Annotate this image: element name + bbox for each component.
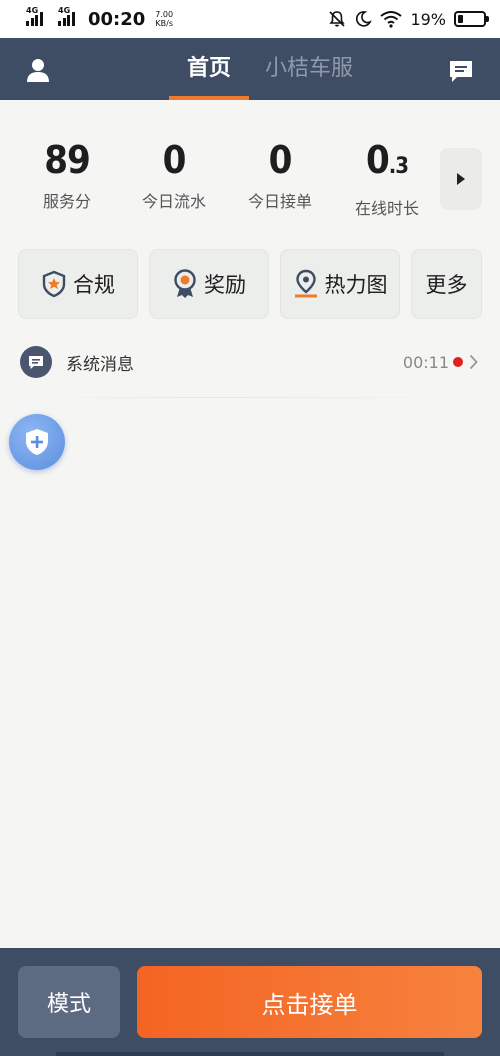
home-indicator[interactable]	[56, 1052, 444, 1056]
tab-car-service[interactable]: 小桔车服	[265, 38, 353, 100]
quick-actions: 合规 奖励 热力图 更多	[0, 249, 500, 319]
stat-value: 0.3	[337, 138, 437, 189]
stat-value: 0	[162, 138, 187, 182]
stat-today-orders[interactable]: 0 今日接单	[230, 138, 330, 212]
reward-button[interactable]: 奖励	[149, 249, 269, 319]
system-message-label: 系统消息	[66, 354, 134, 375]
speed-unit: KB/s	[155, 19, 173, 28]
clock: 00:20	[88, 8, 146, 30]
battery-percent: 19%	[410, 9, 446, 29]
mode-button[interactable]: 模式	[18, 966, 120, 1038]
header-tabs: 首页 小桔车服	[0, 38, 500, 100]
signal-2-icon: 4G	[58, 6, 78, 26]
moon-icon	[356, 11, 373, 27]
system-message-time: 00:11	[402, 352, 449, 372]
compliance-button[interactable]: 合规	[18, 249, 138, 319]
bottom-bar: 模式 点击接单	[0, 948, 500, 1056]
speed-value: 7.00	[155, 10, 174, 19]
stats-expand-button[interactable]	[440, 148, 482, 210]
stat-label: 今日接单	[247, 192, 312, 211]
screen: 4G 4G 00:20 7.00 KB/s 19% 首页 小桔车服 89 服务分…	[0, 0, 500, 1056]
stat-value: 89	[44, 138, 91, 182]
network-speed: 7.00 KB/s	[155, 10, 173, 28]
safety-shield-button[interactable]	[9, 414, 65, 470]
tab-home[interactable]: 首页	[168, 38, 250, 100]
stat-today-revenue[interactable]: 0 今日流水	[124, 138, 224, 212]
play-arrow-icon	[457, 173, 465, 185]
stat-label: 服务分	[42, 192, 91, 211]
compliance-label: 合规	[73, 273, 115, 297]
message-icon	[20, 346, 52, 378]
map-pin-icon	[294, 269, 317, 298]
signal-1-icon: 4G	[26, 6, 46, 26]
stat-label: 在线时长	[354, 199, 419, 218]
more-label: 更多	[425, 273, 468, 297]
stat-value-decimal: .3	[388, 154, 409, 179]
stat-online-time[interactable]: 0.3 在线时长	[337, 138, 437, 219]
more-button[interactable]: 更多	[411, 249, 482, 319]
stat-value-main: 0	[365, 138, 390, 182]
stat-value: 0	[268, 138, 293, 182]
status-left: 4G 4G 00:20 7.00 KB/s	[26, 6, 173, 30]
system-message-row[interactable]: 系统消息 00:11	[20, 340, 478, 384]
chevron-right-icon	[469, 354, 478, 370]
wifi-icon	[380, 11, 403, 28]
heatmap-label: 热力图	[324, 273, 388, 297]
status-right: 19%	[328, 9, 489, 29]
battery-icon	[454, 11, 489, 27]
status-bar: 4G 4G 00:20 7.00 KB/s 19%	[0, 0, 500, 38]
shield-plus-icon	[26, 429, 48, 455]
heatmap-button[interactable]: 热力图	[280, 249, 400, 319]
app-header: 首页 小桔车服	[0, 38, 500, 100]
chat-bubble-icon[interactable]	[448, 58, 474, 84]
unread-dot	[453, 357, 463, 367]
stat-service-score[interactable]: 89 服务分	[17, 138, 117, 212]
shield-star-icon	[42, 270, 66, 298]
accept-orders-button[interactable]: 点击接单	[137, 966, 482, 1038]
divider	[40, 397, 460, 398]
stats-row: 89 服务分 0 今日流水 0 今日接单 0.3 在线时长	[0, 138, 500, 218]
medal-icon	[174, 269, 196, 298]
stat-label: 今日流水	[141, 192, 206, 211]
reward-label: 奖励	[204, 273, 246, 297]
mute-icon	[329, 11, 346, 27]
